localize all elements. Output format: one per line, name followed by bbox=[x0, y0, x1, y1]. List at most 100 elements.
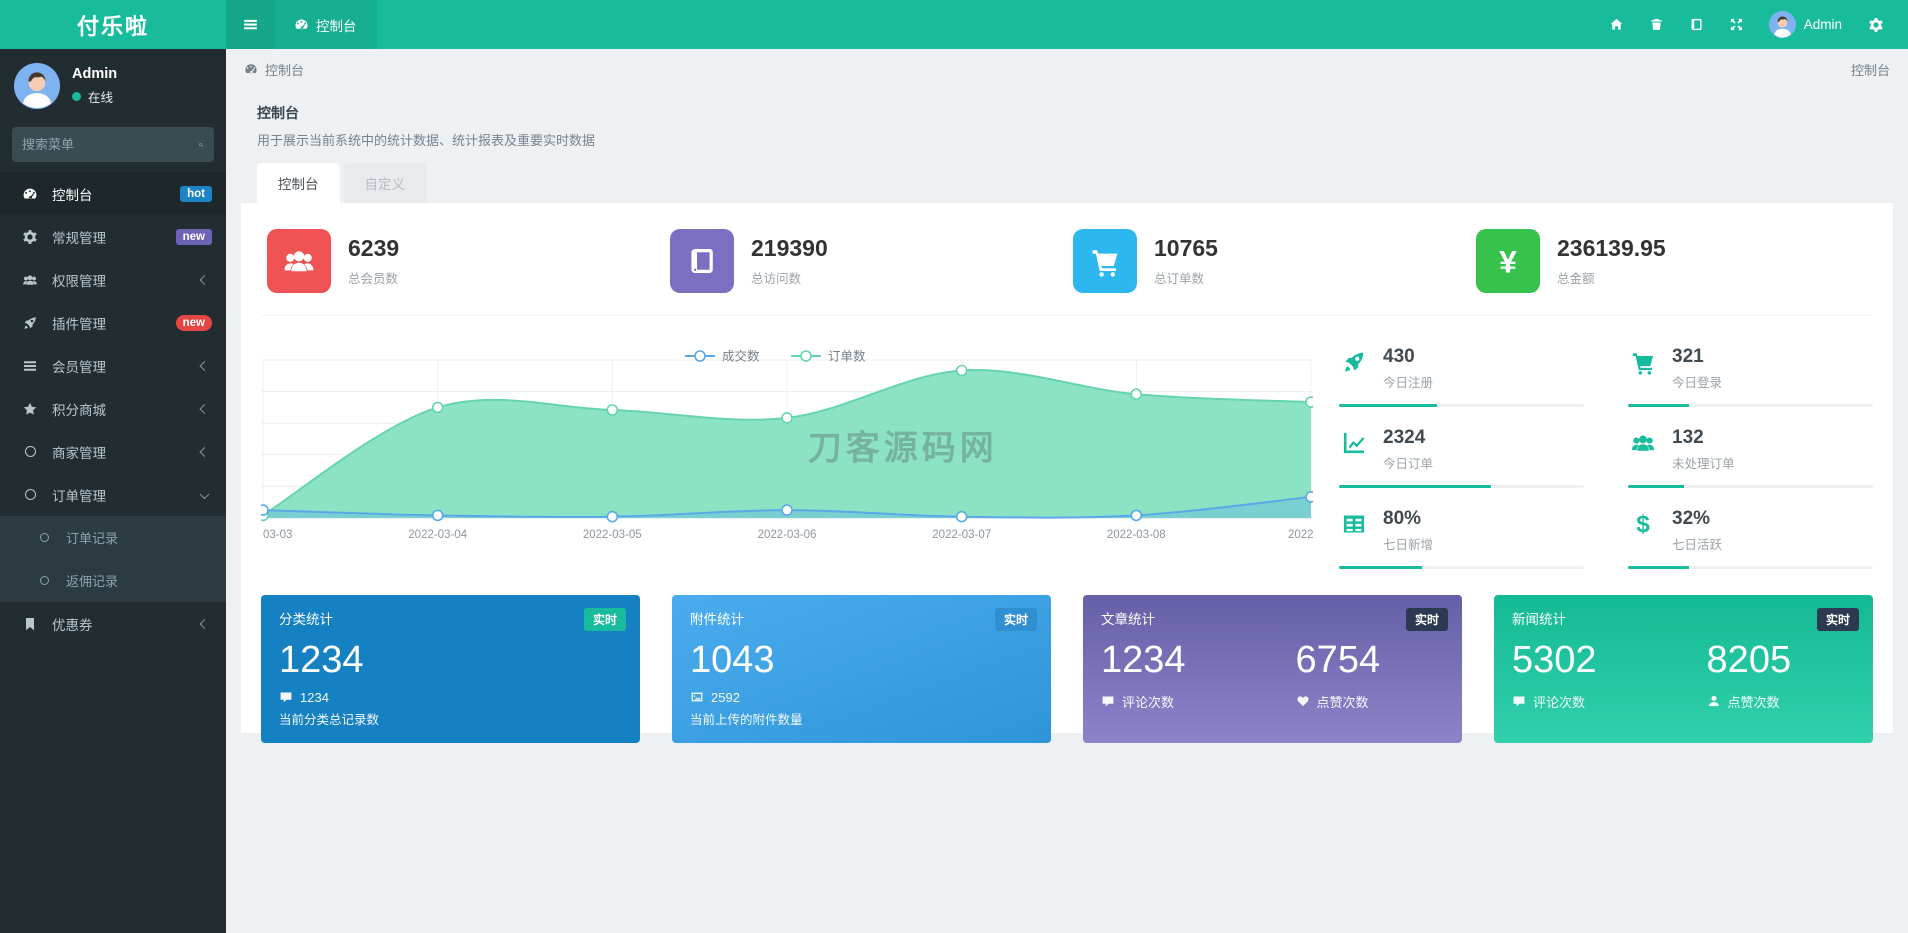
bookmark-icon bbox=[20, 616, 40, 632]
card-value: 8205 bbox=[1707, 640, 1792, 682]
card-category-stats: 分类统计 实时 1234 1234 当前分类总记录数 bbox=[261, 595, 640, 743]
sidebar-user-status: 在线 bbox=[72, 87, 117, 106]
sidebar-item-addon[interactable]: 插件管理 new bbox=[0, 301, 226, 344]
sidebar-item-label: 积分商城 bbox=[52, 399, 106, 419]
settings-button[interactable] bbox=[1854, 0, 1898, 49]
sidebar-item-dashboard[interactable]: 控制台 hot bbox=[0, 172, 226, 215]
sidebar-item-coupon[interactable]: 优惠券 bbox=[0, 602, 226, 645]
cogs-icon bbox=[20, 229, 40, 245]
sidebar-item-merchant[interactable]: 商家管理 bbox=[0, 430, 226, 473]
book-icon bbox=[670, 229, 734, 293]
mini-stat-label: 未处理订单 bbox=[1672, 453, 1735, 472]
tab-dashboard[interactable]: 控制台 bbox=[257, 163, 340, 203]
new-badge: new bbox=[176, 315, 212, 331]
chart-line-icon bbox=[1339, 427, 1369, 456]
trash-icon bbox=[1649, 17, 1664, 32]
expand-icon bbox=[1729, 17, 1744, 32]
sidebar-toggle-button[interactable] bbox=[226, 0, 274, 49]
sidebar-item-label: 插件管理 bbox=[52, 313, 106, 333]
sidebar-subitem-order-records[interactable]: 订单记录 bbox=[0, 516, 226, 559]
mini-stat-pending-orders: 132 未处理订单 bbox=[1628, 423, 1873, 488]
sidebar-user-panel: Admin 在线 bbox=[0, 49, 226, 121]
chevron-left-icon bbox=[200, 447, 210, 457]
progress-bar bbox=[1628, 566, 1873, 569]
sidebar-item-label: 常规管理 bbox=[52, 227, 106, 247]
stat-value: 10765 bbox=[1154, 235, 1218, 262]
comment-icon bbox=[279, 690, 293, 704]
dashboard-icon bbox=[244, 62, 258, 76]
dashboard-panel: 控制台 用于展示当前系统中的统计数据、统计报表及重要实时数据 控制台 自定义 6… bbox=[241, 89, 1893, 733]
sidebar-subitem-rebate-records[interactable]: 返佣记录 bbox=[0, 559, 226, 602]
circle-icon bbox=[34, 533, 54, 542]
stat-total-members: 6239 总会员数 bbox=[261, 223, 664, 316]
stat-label: 总会员数 bbox=[348, 268, 399, 287]
search-input[interactable] bbox=[22, 137, 198, 152]
card-value: 5302 bbox=[1512, 640, 1597, 682]
mini-stat-week-new: 80% 七日新增 bbox=[1339, 504, 1584, 569]
mini-stat-label: 今日订单 bbox=[1383, 453, 1433, 472]
app-logo: 付乐啦 bbox=[0, 0, 226, 49]
topnav-tab-label: 控制台 bbox=[316, 15, 357, 35]
stat-total-visits: 219390 总访问数 bbox=[664, 223, 1067, 316]
card-news-stats: 新闻统计 实时 5302 评论次数 8205 点赞次数 bbox=[1494, 595, 1873, 743]
svg-text:订单数: 订单数 bbox=[828, 349, 866, 364]
sidebar-item-points-mall[interactable]: 积分商城 bbox=[0, 387, 226, 430]
online-status-label: 在线 bbox=[88, 87, 113, 106]
page-title: 控制台 bbox=[257, 103, 1877, 123]
chevron-left-icon bbox=[200, 275, 210, 285]
breadcrumb[interactable]: 控制台 bbox=[244, 60, 304, 79]
search-icon[interactable] bbox=[198, 138, 204, 152]
main-content: 控制台 控制台 控制台 用于展示当前系统中的统计数据、统计报表及重要实时数据 控… bbox=[226, 49, 1908, 933]
card-sub-label: 当前上传的附件数量 bbox=[690, 709, 1033, 728]
breadcrumb-right: 控制台 bbox=[1851, 60, 1890, 79]
breadcrumb-label: 控制台 bbox=[265, 60, 304, 79]
check-update-button[interactable] bbox=[1677, 0, 1717, 49]
svg-text:2022-03-: 2022-03- bbox=[1288, 529, 1313, 541]
sidebar-item-label: 商家管理 bbox=[52, 442, 106, 462]
topbar-username: Admin bbox=[1804, 17, 1842, 32]
chevron-down-icon bbox=[200, 489, 210, 499]
mini-stat-label: 今日登录 bbox=[1672, 372, 1722, 391]
orders-chart[interactable]: 刀客源码网03-032022-03-042022-03-052022-03-06… bbox=[261, 342, 1313, 569]
svg-text:2022-03-04: 2022-03-04 bbox=[408, 529, 467, 541]
card-value: 1043 bbox=[690, 640, 1033, 682]
card-title: 分类统计 bbox=[279, 608, 622, 628]
svg-text:2022-03-08: 2022-03-08 bbox=[1107, 529, 1166, 541]
dashboard-icon bbox=[20, 186, 40, 202]
sidebar-item-auth[interactable]: 权限管理 bbox=[0, 258, 226, 301]
svg-text:2022-03-06: 2022-03-06 bbox=[758, 529, 817, 541]
sidebar: Admin 在线 控制台 hot 常规管理 new bbox=[0, 49, 226, 933]
stat-label: 总金额 bbox=[1557, 268, 1666, 287]
card-title: 文章统计 bbox=[1101, 608, 1444, 628]
realtime-badge: 实时 bbox=[995, 608, 1037, 631]
sidebar-item-label: 订单管理 bbox=[52, 485, 106, 505]
list-icon bbox=[20, 358, 40, 374]
mini-stat-registered-today: 430 今日注册 bbox=[1339, 342, 1584, 407]
circle-icon bbox=[20, 489, 40, 500]
tab-custom[interactable]: 自定义 bbox=[344, 163, 427, 203]
summary-cards: 分类统计 实时 1234 1234 当前分类总记录数 附件统计 实时 1043 bbox=[261, 595, 1873, 743]
clear-cache-button[interactable] bbox=[1637, 0, 1677, 49]
mini-stat-value: 132 bbox=[1672, 427, 1735, 449]
heart-icon bbox=[1296, 694, 1310, 708]
progress-bar bbox=[1628, 404, 1873, 407]
sidebar-item-general[interactable]: 常规管理 new bbox=[0, 215, 226, 258]
sidebar-item-label: 权限管理 bbox=[52, 270, 106, 290]
sidebar-item-member[interactable]: 会员管理 bbox=[0, 344, 226, 387]
rocket-icon bbox=[20, 315, 40, 331]
mini-stat-value: 80% bbox=[1383, 508, 1433, 530]
hot-badge: hot bbox=[180, 186, 212, 202]
fullscreen-button[interactable] bbox=[1717, 0, 1757, 49]
chevron-left-icon bbox=[200, 404, 210, 414]
sidebar-avatar bbox=[14, 63, 60, 109]
card-sub-label: 当前分类总记录数 bbox=[279, 709, 622, 728]
home-button[interactable] bbox=[1597, 0, 1637, 49]
topnav-tab-dashboard[interactable]: 控制台 bbox=[274, 0, 377, 49]
sidebar-user-name: Admin bbox=[72, 66, 117, 82]
svg-text:2022-03-05: 2022-03-05 bbox=[583, 529, 642, 541]
card-attachment-stats: 附件统计 实时 1043 2592 当前上传的附件数量 bbox=[672, 595, 1051, 743]
sidebar-item-order[interactable]: 订单管理 bbox=[0, 473, 226, 516]
stats-row: 6239 总会员数 219390 总访问数 bbox=[261, 223, 1873, 316]
user-menu[interactable]: Admin bbox=[1757, 11, 1854, 38]
mini-stat-week-active: 32% 七日活跃 bbox=[1628, 504, 1873, 569]
